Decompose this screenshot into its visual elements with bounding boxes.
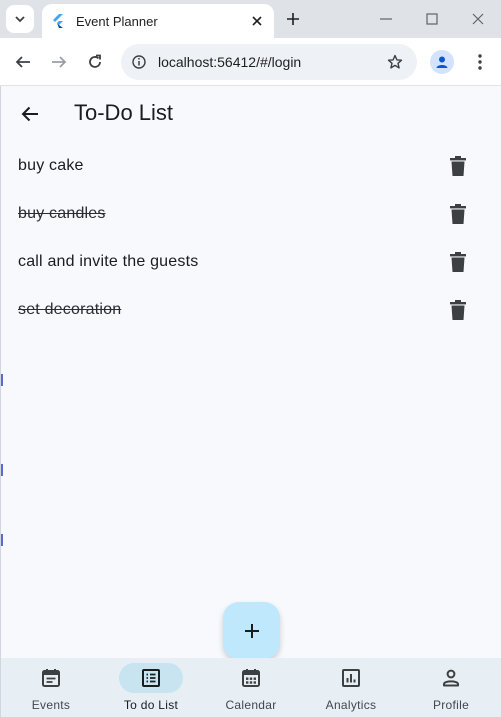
arrow-back-icon bbox=[21, 106, 38, 122]
browser-back-button[interactable] bbox=[9, 48, 37, 76]
todo-text: buy candles bbox=[18, 205, 106, 222]
todo-item[interactable]: call and invite the guests bbox=[1, 238, 501, 286]
plus-icon bbox=[287, 13, 299, 25]
nav-indicator bbox=[119, 663, 183, 693]
tab-search-icon bbox=[15, 16, 25, 23]
nav-indicator bbox=[419, 663, 483, 693]
nav-item-todo-list[interactable]: To do List bbox=[101, 658, 201, 717]
back-button[interactable] bbox=[16, 100, 44, 128]
new-tab-button[interactable] bbox=[281, 7, 305, 31]
reload-icon bbox=[89, 54, 101, 68]
todo-item[interactable]: set decoration bbox=[1, 286, 501, 334]
star-icon[interactable] bbox=[381, 48, 409, 76]
address-bar[interactable]: localhost:56412/#/login bbox=[121, 44, 417, 80]
close-icon[interactable] bbox=[246, 10, 268, 32]
nav-label: Profile bbox=[432, 698, 470, 712]
browser-forward-button[interactable] bbox=[45, 48, 73, 76]
browser-tabstrip: Event Planner bbox=[0, 0, 501, 38]
profile-icon[interactable] bbox=[430, 50, 454, 74]
nav-item-analytics[interactable]: Analytics bbox=[301, 658, 401, 717]
maximize-icon bbox=[426, 13, 438, 25]
nav-item-calendar[interactable]: Calendar bbox=[201, 658, 301, 717]
person-icon bbox=[443, 669, 459, 687]
calendar-icon bbox=[242, 669, 260, 687]
browser-toolbar: localhost:56412/#/login bbox=[0, 38, 501, 86]
tab-search-button[interactable] bbox=[6, 5, 34, 33]
delete-icon[interactable] bbox=[445, 153, 471, 179]
close-window-icon bbox=[472, 13, 484, 25]
analytics-icon bbox=[342, 669, 360, 687]
nav-label: Analytics bbox=[325, 698, 377, 712]
todo-text: buy cake bbox=[18, 157, 84, 174]
minimize-icon bbox=[380, 18, 392, 20]
add-todo-button[interactable] bbox=[223, 602, 280, 659]
site-info-icon[interactable] bbox=[125, 48, 153, 76]
nav-item-profile[interactable]: Profile bbox=[401, 658, 501, 717]
nav-indicator bbox=[19, 663, 83, 693]
window-edge-accent bbox=[1, 374, 3, 386]
app-viewport: To-Do List buy cake buy candles call and… bbox=[0, 86, 501, 717]
todo-text: set decoration bbox=[18, 301, 122, 318]
reload-button[interactable] bbox=[81, 48, 109, 76]
forward-icon bbox=[52, 56, 67, 68]
delete-icon[interactable] bbox=[445, 201, 471, 227]
window-edge-accent bbox=[1, 464, 3, 476]
add-icon bbox=[244, 623, 259, 638]
close-window-button[interactable] bbox=[466, 7, 490, 31]
browser-tab[interactable]: Event Planner bbox=[42, 4, 274, 38]
nav-label: Calendar bbox=[225, 698, 277, 712]
nav-label: To do List bbox=[123, 698, 179, 712]
todo-item[interactable]: buy cake bbox=[1, 142, 501, 190]
list-alt-icon bbox=[142, 669, 160, 687]
event-note-icon bbox=[42, 669, 60, 687]
nav-label: Events bbox=[31, 698, 71, 712]
todo-text: call and invite the guests bbox=[18, 253, 199, 270]
nav-indicator bbox=[219, 663, 283, 693]
delete-icon[interactable] bbox=[445, 249, 471, 275]
app-bar: To-Do List bbox=[1, 86, 501, 142]
nav-item-events[interactable]: Events bbox=[1, 658, 101, 717]
delete-icon[interactable] bbox=[445, 297, 471, 323]
back-icon bbox=[15, 56, 30, 68]
maximize-button[interactable] bbox=[420, 7, 444, 31]
minimize-button[interactable] bbox=[374, 7, 398, 31]
bottom-navigation: Events To do List Calendar Analytics Pro… bbox=[1, 658, 501, 717]
nav-indicator bbox=[319, 663, 383, 693]
tab-title: Event Planner bbox=[76, 13, 158, 29]
flutter-icon bbox=[52, 14, 66, 28]
more-vert-icon[interactable] bbox=[468, 50, 492, 74]
todo-item[interactable]: buy candles bbox=[1, 190, 501, 238]
url-text[interactable]: localhost:56412/#/login bbox=[158, 54, 381, 70]
todo-list: buy cake buy candles call and invite the… bbox=[1, 142, 501, 334]
window-edge-accent bbox=[1, 534, 3, 546]
page-title: To-Do List bbox=[74, 100, 174, 125]
